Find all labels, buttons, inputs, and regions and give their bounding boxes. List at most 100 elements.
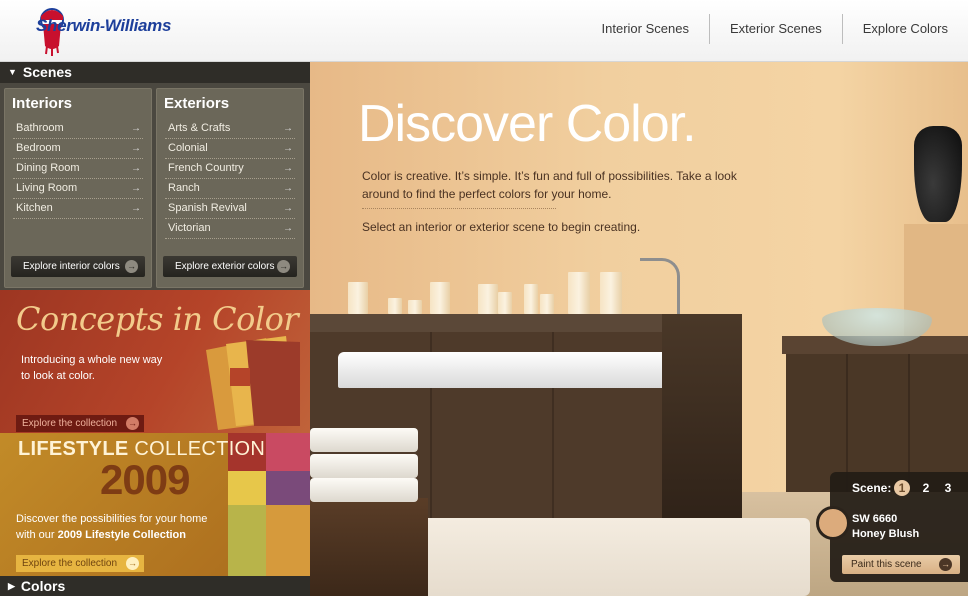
concepts-desc-line2: to look at color. xyxy=(21,370,95,382)
button-label: Explore the collection xyxy=(22,558,118,569)
arrow-right-icon: → xyxy=(131,123,141,134)
exteriors-list: Arts & Crafts → Colonial → French Country →… xyxy=(165,119,295,239)
swatch-pink xyxy=(266,433,310,471)
exterior-item-ranch[interactable]: Ranch → xyxy=(165,179,295,199)
scenes-label: Scenes xyxy=(22,64,72,80)
colors-label: Colors xyxy=(20,578,66,594)
scenes-accordion-header[interactable]: ▼ Scenes xyxy=(0,62,310,83)
exteriors-column: Exteriors Arts & Crafts → Colonial → Frenc… xyxy=(156,88,304,288)
candle xyxy=(600,272,622,314)
arrow-right-circle-icon: → xyxy=(126,417,139,430)
explore-concepts-button[interactable]: Explore the collection → xyxy=(16,415,144,432)
exterior-item-label: Arts & Crafts xyxy=(168,122,231,134)
explore-exterior-colors-button[interactable]: Explore exterior colors → xyxy=(163,256,297,277)
arrow-right-circle-icon: → xyxy=(125,260,138,273)
arrow-right-icon: → xyxy=(283,223,293,234)
arrow-right-icon: → xyxy=(131,163,141,174)
scene-2-button[interactable]: 2 xyxy=(918,480,934,496)
hero-instruction: Select an interior or exterior scene to … xyxy=(362,220,641,234)
arrow-right-circle-icon: → xyxy=(277,260,290,273)
candle xyxy=(568,272,590,314)
color-code: SW 6660 xyxy=(852,513,898,525)
swatch-olive xyxy=(228,505,266,576)
candle xyxy=(388,298,402,314)
explore-lifestyle-button[interactable]: Explore the collection → xyxy=(16,555,144,572)
rug xyxy=(410,518,810,596)
button-label: Explore the collection xyxy=(22,418,118,429)
interiors-list: Bathroom → Bedroom → Dining Room → Living R… xyxy=(13,119,143,219)
exterior-item-label: Victorian xyxy=(168,222,211,234)
paint-this-scene-button[interactable]: Paint this scene → xyxy=(842,555,960,574)
triangle-down-icon: ▼ xyxy=(8,67,17,77)
wooden-bench xyxy=(310,498,428,596)
towel xyxy=(310,428,418,452)
arrow-right-circle-icon: → xyxy=(939,558,952,571)
scene-3-button[interactable]: 3 xyxy=(940,480,956,496)
scene-label: Scene: xyxy=(852,481,892,495)
left-panel: ▼ Scenes Interiors Bathroom → Bedroom → Din… xyxy=(0,62,310,596)
swatch-yellow xyxy=(228,471,266,505)
lifestyle-desc-bold: 2009 Lifestyle Collection xyxy=(57,529,186,541)
exteriors-title: Exteriors xyxy=(164,95,230,112)
candle xyxy=(430,282,450,314)
interior-item-living-room[interactable]: Living Room → xyxy=(13,179,143,199)
exterior-item-french-country[interactable]: French Country → xyxy=(165,159,295,179)
interior-item-bathroom[interactable]: Bathroom → xyxy=(13,119,143,139)
hero-title: Discover Color. xyxy=(358,95,697,153)
exterior-item-colonial[interactable]: Colonial → xyxy=(165,139,295,159)
arrow-right-icon: → xyxy=(283,163,293,174)
exterior-item-spanish-revival[interactable]: Spanish Revival → xyxy=(165,199,295,219)
concepts-in-color-promo[interactable]: Concepts in Color Introducing a whole ne… xyxy=(0,290,310,433)
button-label: Explore exterior colors xyxy=(175,261,275,272)
triangle-right-icon: ▶ xyxy=(8,581,15,591)
concepts-desc-line1: Introducing a whole new way xyxy=(21,354,163,366)
exterior-item-label: Spanish Revival xyxy=(168,202,247,214)
colors-accordion-header[interactable]: ▶ Colors xyxy=(0,576,310,596)
arrow-right-icon: → xyxy=(131,203,141,214)
explore-interior-colors-button[interactable]: Explore interior colors → xyxy=(11,256,145,277)
arrow-right-circle-icon: → xyxy=(126,557,139,570)
black-vase xyxy=(914,126,962,222)
bathtub xyxy=(338,352,668,388)
site-header: Sherwin-Williams Interior Scenes Exterio… xyxy=(0,0,968,62)
candle xyxy=(348,282,368,314)
arrow-right-icon: → xyxy=(283,143,293,154)
color-chip xyxy=(816,506,850,540)
nav-explore-colors[interactable]: Explore Colors xyxy=(841,14,968,44)
lifestyle-year: 2009 xyxy=(100,456,190,503)
exterior-item-arts-crafts[interactable]: Arts & Crafts → xyxy=(165,119,295,139)
candle xyxy=(498,292,512,314)
lifestyle-desc-line1: Discover the possibilities for your home xyxy=(16,513,208,525)
interior-item-label: Living Room xyxy=(16,182,78,194)
lifestyle-desc-prefix: with our xyxy=(16,529,55,541)
interior-item-kitchen[interactable]: Kitchen → xyxy=(13,199,143,219)
interior-item-label: Bedroom xyxy=(16,142,61,154)
nav-exterior-scenes[interactable]: Exterior Scenes xyxy=(708,14,842,44)
lifestyle-collection-promo[interactable]: LIFESTYLE COLLECTION 2009 Discover the p… xyxy=(0,433,310,576)
nav-interior-scenes[interactable]: Interior Scenes xyxy=(582,14,709,44)
interior-item-dining-room[interactable]: Dining Room → xyxy=(13,159,143,179)
color-name: Honey Blush xyxy=(852,528,920,540)
scenes-panel: Interiors Bathroom → Bedroom → Dining Room… xyxy=(0,83,310,290)
scene-1-button[interactable]: 1 xyxy=(894,480,910,496)
exterior-item-label: French Country xyxy=(168,162,244,174)
candle xyxy=(478,284,498,314)
swatch-ochre xyxy=(266,505,310,576)
arrow-right-icon: → xyxy=(131,183,141,194)
interiors-column: Interiors Bathroom → Bedroom → Dining Room… xyxy=(4,88,152,288)
tub-pillar xyxy=(662,314,742,524)
interior-item-bedroom[interactable]: Bedroom → xyxy=(13,139,143,159)
hero-description: Color is creative. It’s simple. It’s fun… xyxy=(362,169,737,201)
brand-wordmark[interactable]: Sherwin-Williams xyxy=(36,16,171,36)
interiors-title: Interiors xyxy=(12,95,73,112)
button-label: Paint this scene xyxy=(851,559,922,570)
exterior-item-label: Colonial xyxy=(168,142,208,154)
candle xyxy=(524,284,538,314)
faucet xyxy=(640,258,680,320)
brand-name-second: Williams xyxy=(104,16,172,35)
exterior-item-victorian[interactable]: Victorian → xyxy=(165,219,295,239)
concepts-title: Concepts in Color xyxy=(16,300,299,338)
main-nav: Interior Scenes Exterior Scenes Explore … xyxy=(582,14,968,44)
towel xyxy=(310,478,418,502)
arrow-right-icon: → xyxy=(283,183,293,194)
